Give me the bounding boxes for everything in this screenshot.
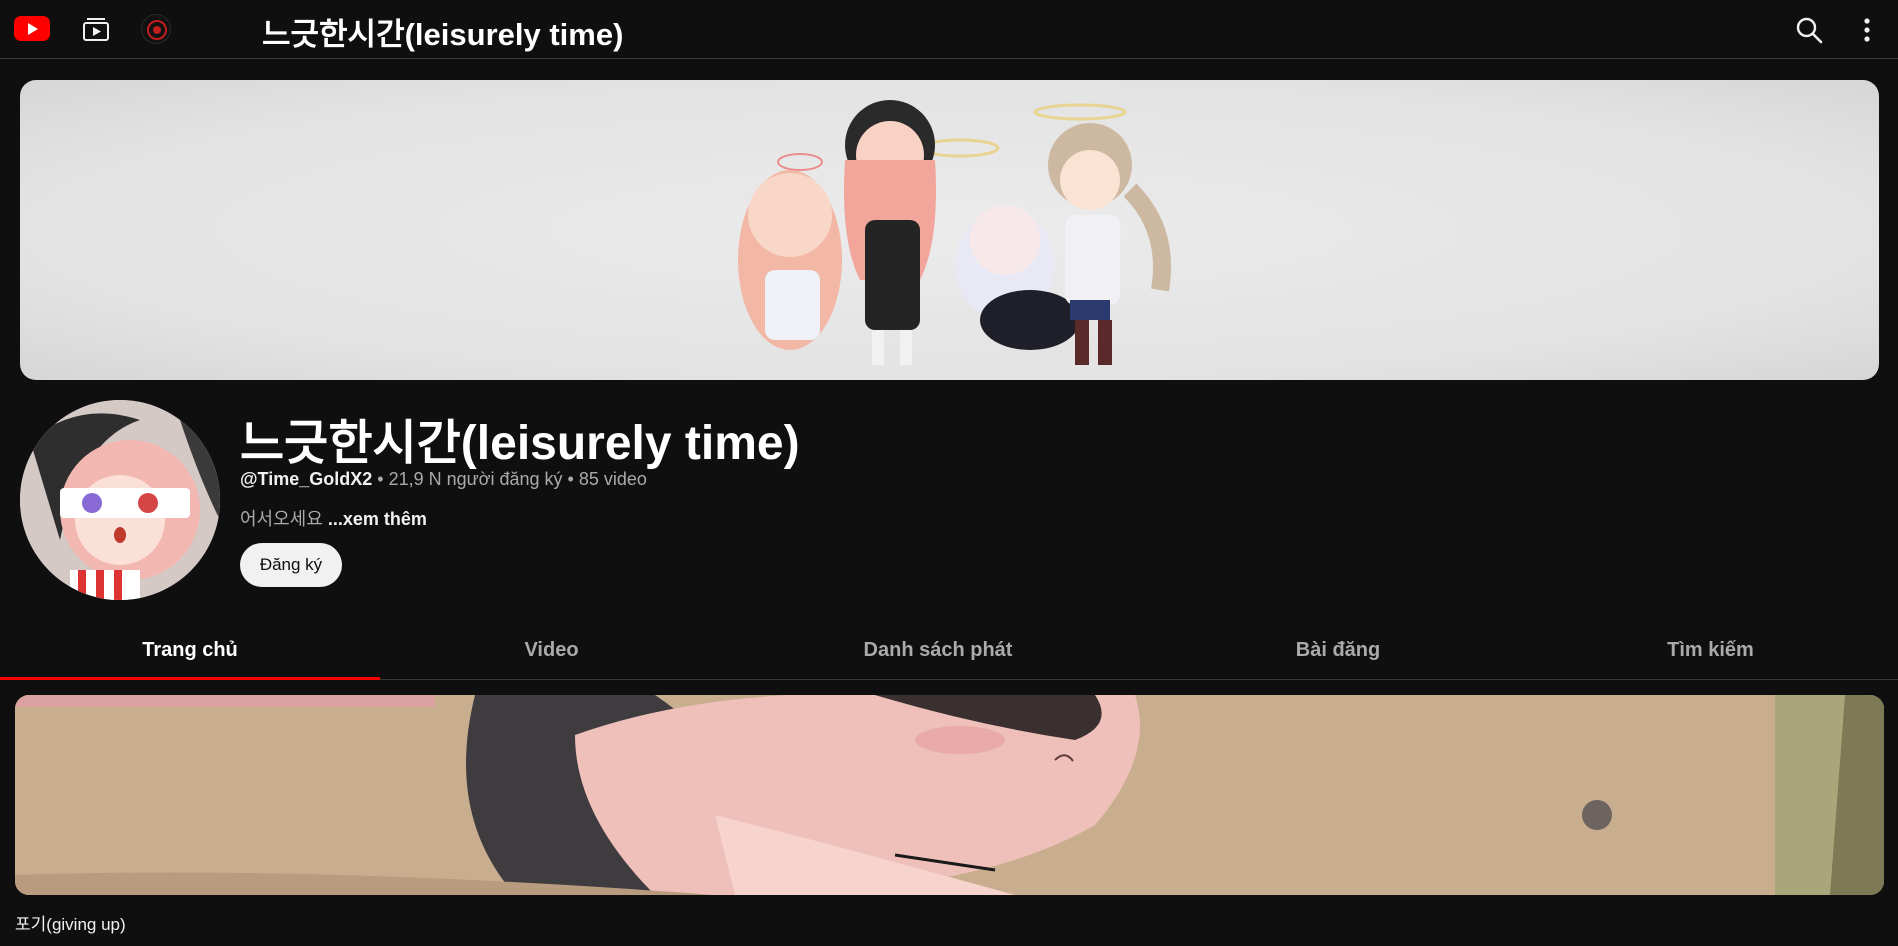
tab-playlists[interactable]: Danh sách phát bbox=[723, 624, 1153, 679]
channel-meta: @Time_GoldX2 • 21,9 N người đăng ký • 85… bbox=[240, 469, 647, 490]
channel-avatar-mini[interactable] bbox=[141, 14, 171, 44]
youtube-logo-icon[interactable] bbox=[14, 16, 50, 41]
tab-home[interactable]: Trang chủ bbox=[0, 624, 380, 680]
subscriber-count: 21,9 N người đăng ký bbox=[388, 469, 563, 489]
search-icon[interactable] bbox=[1795, 16, 1823, 44]
show-more-link[interactable]: ...xem thêm bbox=[328, 509, 427, 529]
tab-search[interactable]: Tìm kiếm bbox=[1523, 624, 1898, 679]
featured-video-title[interactable]: 포기(giving up) bbox=[15, 910, 126, 935]
subscribe-button[interactable]: Đăng ký bbox=[240, 543, 342, 587]
more-vert-icon[interactable] bbox=[1858, 16, 1876, 44]
description-text: 어서오세요 bbox=[240, 509, 323, 529]
channel-banner bbox=[20, 80, 1879, 380]
channel-name: 느긋한시간(leisurely time) bbox=[240, 417, 800, 470]
subscriptions-icon[interactable] bbox=[82, 16, 110, 42]
top-app-bar: 느긋한시간(leisurely time) bbox=[0, 0, 1898, 59]
meta-separator: • bbox=[372, 469, 389, 489]
meta-separator: • bbox=[562, 469, 579, 489]
channel-handle[interactable]: @Time_GoldX2 bbox=[240, 469, 372, 489]
featured-video-player[interactable] bbox=[15, 695, 1884, 895]
channel-description[interactable]: 어서오세요 ...xem thêm bbox=[240, 505, 427, 531]
tab-posts[interactable]: Bài đăng bbox=[1153, 624, 1523, 679]
video-count: 85 video bbox=[578, 469, 647, 489]
tab-videos[interactable]: Video bbox=[380, 624, 723, 679]
page-title: 느긋한시간(leisurely time) bbox=[262, 17, 624, 52]
channel-tabs: Trang chủ Video Danh sách phát Bài đăng … bbox=[0, 624, 1898, 680]
channel-avatar bbox=[20, 400, 220, 600]
